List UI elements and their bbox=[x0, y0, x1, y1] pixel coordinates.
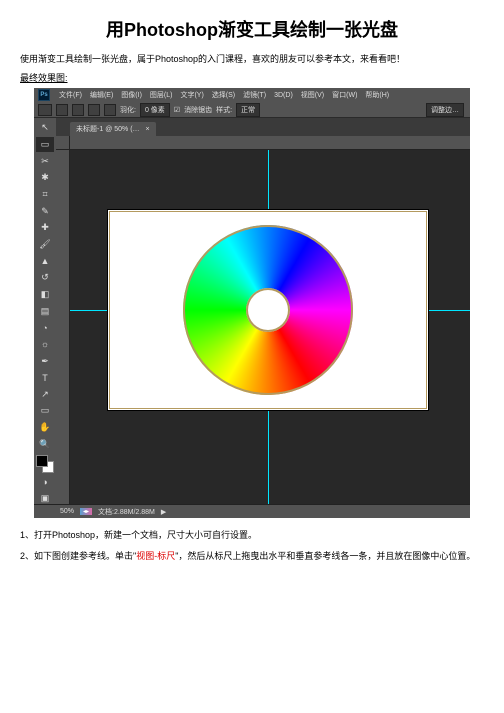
style-label: 样式: bbox=[216, 105, 232, 115]
menu-type[interactable]: 文字(Y) bbox=[177, 90, 206, 100]
blur-tool-icon[interactable]: ◔ bbox=[36, 320, 54, 336]
zoom-level[interactable]: 50% bbox=[60, 508, 74, 515]
ruler-corner bbox=[56, 136, 70, 150]
tool-preset-icon[interactable] bbox=[38, 104, 52, 116]
ruler-horizontal[interactable] bbox=[70, 136, 470, 150]
tools-palette: ↖ ▭ ✂ ✱ ⌗ ✎ ✚ 🖌 ▲ ↺ ◧ ▤ ◔ ☼ ✒ T ↗ ▭ ✋ 🔍 … bbox=[34, 118, 56, 508]
new-selection-icon[interactable] bbox=[56, 104, 68, 116]
gradient-tool-icon[interactable]: ▤ bbox=[36, 303, 54, 319]
intersect-selection-icon[interactable] bbox=[104, 104, 116, 116]
subtract-selection-icon[interactable] bbox=[88, 104, 100, 116]
menu-3d[interactable]: 3D(D) bbox=[271, 92, 296, 99]
document-tab-bar: 未标题-1 @ 50% (… × bbox=[34, 118, 470, 136]
status-bar: 50% ◂▸ 文档:2.88M/2.88M ▶ bbox=[34, 504, 470, 518]
magic-wand-tool-icon[interactable]: ✱ bbox=[36, 170, 54, 186]
eraser-tool-icon[interactable]: ◧ bbox=[36, 287, 54, 303]
menu-layer[interactable]: 图层(L) bbox=[147, 90, 176, 100]
type-tool-icon[interactable]: T bbox=[36, 370, 54, 386]
eyedropper-tool-icon[interactable]: ✎ bbox=[36, 203, 54, 219]
foreground-color-swatch[interactable] bbox=[36, 455, 48, 467]
doc-size[interactable]: 文档:2.88M/2.88M bbox=[98, 507, 155, 517]
crop-tool-icon[interactable]: ⌗ bbox=[36, 187, 54, 203]
zoom-tool-icon[interactable]: 🔍 bbox=[36, 436, 54, 452]
dodge-tool-icon[interactable]: ☼ bbox=[36, 337, 54, 353]
shape-tool-icon[interactable]: ▭ bbox=[36, 403, 54, 419]
style-select[interactable]: 正常 bbox=[236, 103, 260, 117]
menu-filter[interactable]: 滤镜(T) bbox=[240, 90, 269, 100]
healing-brush-tool-icon[interactable]: ✚ bbox=[36, 220, 54, 236]
menu-image[interactable]: 图像(I) bbox=[118, 90, 145, 100]
feather-label: 羽化: bbox=[120, 105, 136, 115]
add-selection-icon[interactable] bbox=[72, 104, 84, 116]
chevron-right-icon[interactable]: ▶ bbox=[161, 508, 166, 516]
zoom-badge-icon: ◂▸ bbox=[80, 508, 92, 515]
step-1: 1、打开Photoshop，新建一个文档，尺寸大小可自行设置。 bbox=[20, 528, 484, 541]
disc-hole bbox=[246, 288, 290, 332]
hand-tool-icon[interactable]: ✋ bbox=[36, 420, 54, 436]
close-icon[interactable]: × bbox=[145, 126, 149, 133]
page-title: 用Photoshop渐变工具绘制一张光盘 bbox=[20, 16, 484, 42]
options-bar: 羽化: 0 像素 ☑ 消除锯齿 样式: 正常 调整边… bbox=[34, 102, 470, 118]
step-2-b: "，然后从标尺上拖曳出水平和垂直参考线各一条，并且放在图像中心位置。 bbox=[175, 551, 475, 561]
menu-select[interactable]: 选择(S) bbox=[209, 90, 238, 100]
antialias-label: 消除锯齿 bbox=[184, 105, 212, 115]
clone-stamp-tool-icon[interactable]: ▲ bbox=[36, 253, 54, 269]
menu-edit[interactable]: 编辑(E) bbox=[87, 90, 116, 100]
history-brush-tool-icon[interactable]: ↺ bbox=[36, 270, 54, 286]
tab-title: 未标题-1 bbox=[76, 126, 103, 133]
refine-edge-button[interactable]: 调整边… bbox=[426, 103, 464, 117]
ruler-vertical[interactable] bbox=[56, 150, 70, 504]
foreground-background-swatches[interactable] bbox=[36, 455, 54, 473]
document-tab[interactable]: 未标题-1 @ 50% (… × bbox=[70, 122, 156, 136]
feather-input[interactable]: 0 像素 bbox=[140, 103, 170, 117]
step-2-red: 视图-标尺 bbox=[136, 551, 175, 561]
ps-logo-icon: Ps bbox=[38, 89, 50, 101]
lasso-tool-icon[interactable]: ✂ bbox=[36, 153, 54, 169]
disc-shape bbox=[183, 225, 353, 395]
brush-tool-icon[interactable]: 🖌 bbox=[36, 237, 54, 253]
photoshop-screenshot: Ps 文件(F) 编辑(E) 图像(I) 图层(L) 文字(Y) 选择(S) 滤… bbox=[34, 88, 470, 518]
step-2-a: 2、如下图创建参考线。单击" bbox=[20, 551, 136, 561]
antialias-checkbox[interactable]: ☑ bbox=[174, 106, 180, 114]
step-2: 2、如下图创建参考线。单击"视图-标尺"，然后从标尺上拖曳出水平和垂直参考线各一… bbox=[20, 549, 484, 562]
marquee-tool-icon[interactable]: ▭ bbox=[36, 137, 54, 153]
menu-bar: Ps 文件(F) 编辑(E) 图像(I) 图层(L) 文字(Y) 选择(S) 滤… bbox=[34, 88, 470, 102]
canvas[interactable] bbox=[108, 210, 428, 410]
result-label: 最终效果图: bbox=[20, 71, 484, 84]
menu-help[interactable]: 帮助(H) bbox=[362, 90, 392, 100]
menu-window[interactable]: 窗口(W) bbox=[329, 90, 360, 100]
menu-view[interactable]: 视图(V) bbox=[298, 90, 327, 100]
tab-mode: @ 50% (… bbox=[105, 126, 139, 133]
move-tool-icon[interactable]: ↖ bbox=[36, 120, 54, 136]
quickmask-icon[interactable]: ◑ bbox=[36, 474, 54, 490]
canvas-viewport bbox=[70, 150, 470, 504]
intro-text: 使用渐变工具绘制一张光盘，属于Photoshop的入门课程，喜欢的朋友可以参考本… bbox=[20, 52, 484, 65]
menu-file[interactable]: 文件(F) bbox=[56, 90, 85, 100]
path-selection-tool-icon[interactable]: ↗ bbox=[36, 387, 54, 403]
work-area bbox=[56, 136, 470, 504]
pen-tool-icon[interactable]: ✒ bbox=[36, 353, 54, 369]
